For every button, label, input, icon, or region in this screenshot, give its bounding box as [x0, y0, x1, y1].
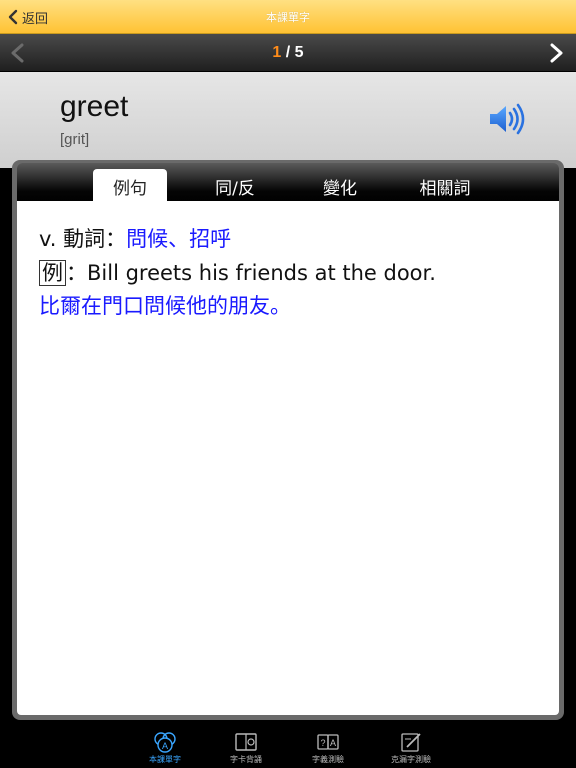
page-separator: / — [281, 44, 295, 61]
bottom-tab-cloze-quiz[interactable]: 克漏字測驗 — [381, 730, 441, 768]
bottom-tab-bar: A 本課單字 字卡背誦 ? A 字義測驗 克漏字測驗 — [0, 726, 576, 768]
definition-line: v. 動詞：問候、招呼 — [39, 223, 231, 253]
vocab-word: greet — [60, 90, 129, 123]
example-sentence: ：Bill greets his friends at the door. — [66, 261, 436, 285]
definition: 問候、招呼 — [126, 227, 232, 251]
svg-text:A: A — [162, 741, 168, 751]
top-nav-bar: 返回 本課單字 — [0, 0, 576, 34]
tab-examples[interactable]: 例句 — [93, 169, 167, 203]
example-line: 例：Bill greets his friends at the door. — [39, 257, 436, 287]
page-counter: 1 / 5 — [0, 44, 576, 62]
page-title: 本課單字 — [266, 11, 310, 24]
bottom-tab-label: 本課單字 — [149, 755, 181, 764]
example-translation: 比爾在門口問候他的朋友。 — [39, 294, 291, 318]
bottom-tab-meaning-quiz[interactable]: ? A 字義測驗 — [298, 730, 358, 768]
cloze-edit-icon — [401, 733, 421, 752]
next-arrow-icon[interactable] — [546, 43, 566, 63]
phonetic: [grit] — [60, 131, 90, 148]
page-total: 5 — [294, 44, 304, 61]
part-of-speech: v. 動詞： — [39, 227, 127, 251]
speaker-icon[interactable] — [486, 98, 528, 140]
tab-related-words[interactable]: 相關詞 — [407, 169, 483, 203]
quiz-cards-icon: ? A — [317, 734, 339, 750]
tab-inflections[interactable]: 變化 — [302, 169, 378, 203]
bottom-tab-label: 字義測驗 — [312, 755, 344, 764]
page-current: 1 — [272, 44, 282, 61]
tab-synonyms[interactable]: 同/反 — [197, 169, 273, 203]
svg-text:?: ? — [320, 738, 325, 748]
bottom-tab-label: 字卡背誦 — [230, 755, 262, 764]
definition-card: v. 動詞：問候、招呼 例：Bill greets his friends at… — [17, 201, 559, 715]
bottom-tab-lesson-words[interactable]: A 本課單字 — [135, 730, 195, 768]
abc-cards-icon: A — [154, 732, 176, 753]
bottom-tab-label: 克漏字測驗 — [391, 755, 431, 764]
bottom-tab-flashcards[interactable]: 字卡背誦 — [216, 730, 276, 768]
flashcard-book-icon — [235, 733, 257, 751]
example-tag: 例 — [39, 260, 66, 286]
tab-bar: 例句 同/反 變化 相關詞 — [17, 163, 559, 203]
svg-text:A: A — [330, 738, 336, 748]
pager-bar: 1 / 5 — [0, 34, 576, 72]
